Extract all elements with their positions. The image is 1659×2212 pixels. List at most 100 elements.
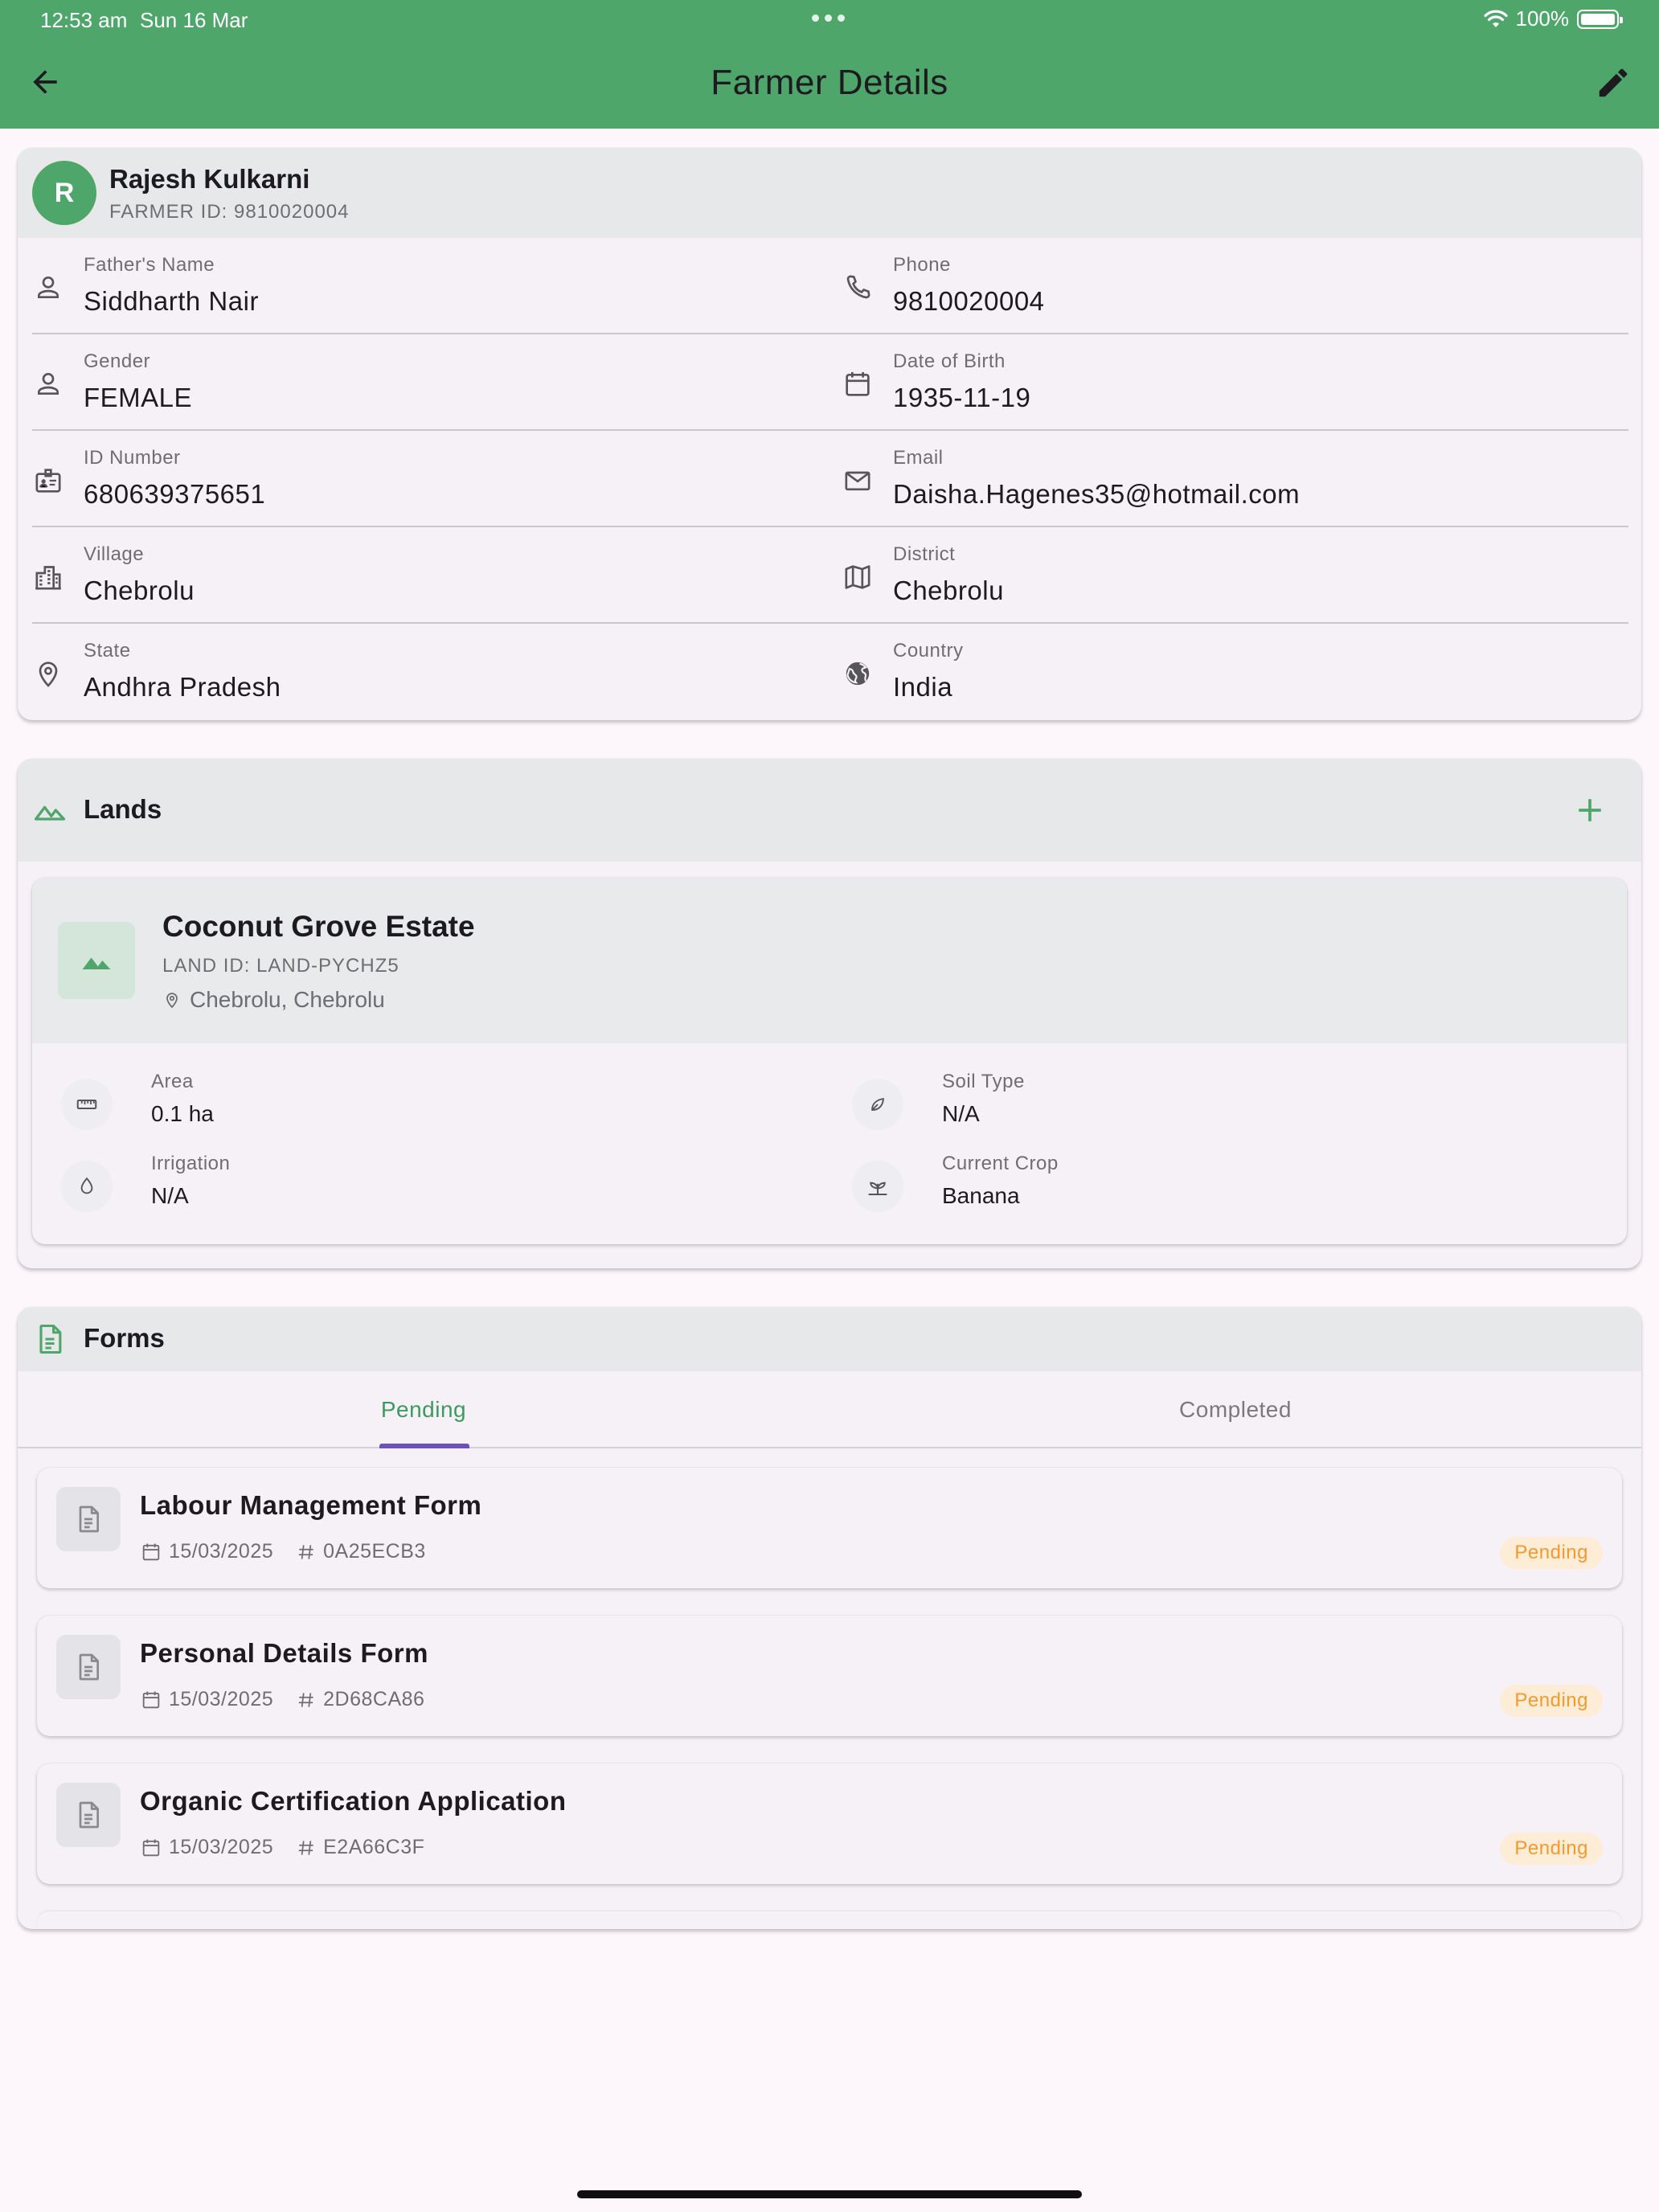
add-land-plus-icon[interactable] [1572,793,1608,828]
field-value: Andhra Pradesh [84,672,281,702]
avatar: R [32,161,96,225]
land-attr-soil-type: Soil Type N/A [852,1067,1575,1140]
lands-header: Lands [18,759,1641,862]
ruler-icon [61,1079,113,1130]
calendar-icon [142,1543,160,1560]
status-badge: Pending [1500,1537,1603,1569]
farmer-name: Rajesh Kulkarni [109,164,310,194]
phone-icon [846,275,870,299]
field-label: Phone [893,254,951,276]
water-drop-icon [61,1161,113,1212]
field-value: FEMALE [84,383,193,412]
attr-value: Banana [942,1183,1020,1208]
field-value: Siddharth Nair [84,286,259,316]
detail-date-of-birth: Date of Birth 1935-11-19 [830,334,1628,429]
form-date: 15/03/2025 [169,1836,274,1858]
form-list-item[interactable]: Organic Certification Application 15/03/… [37,1763,1622,1884]
forms-title: Forms [84,1323,165,1353]
hash-icon [298,1840,313,1855]
multitasking-dots-icon[interactable] [812,14,845,22]
page-title: Farmer Details [711,63,948,102]
detail-fathers-name: Father's Name Siddharth Nair [32,238,830,333]
detail-village: Village Chebrolu [32,527,830,622]
id-card-icon [35,469,61,493]
detail-state: State Andhra Pradesh [32,624,830,720]
form-title: Personal Details Form [140,1638,428,1668]
battery-percent: 100% [1515,6,1570,31]
form-date: 15/03/2025 [169,1688,274,1710]
form-title: Organic Certification Application [140,1786,567,1816]
hash-icon [298,1544,313,1559]
detail-row: Gender FEMALE Date of Birth 1935-11-19 [32,334,1628,431]
tab-completed[interactable]: Completed [830,1371,1641,1448]
detail-country: Country India [830,624,1628,720]
crop-sprout-icon [852,1161,903,1212]
attr-value: N/A [942,1101,980,1126]
field-value: 9810020004 [893,286,1045,316]
field-value: 680639375651 [84,479,266,509]
wifi-icon [1483,10,1508,27]
tab-indicator [379,1444,469,1448]
land-item-card[interactable]: Coconut Grove Estate LAND ID: LAND-PYCHZ… [32,878,1627,1244]
field-label: Email [893,447,944,469]
attr-value: N/A [151,1183,189,1208]
detail-row: ID Number 680639375651 Email Daisha.Hage… [32,431,1628,527]
status-date: Sun 16 Mar [140,8,248,32]
field-label: Country [893,640,964,662]
form-list-item[interactable]: Labour Management Form 15/03/2025 0A25EC… [37,1468,1622,1588]
mountain-icon [82,957,111,969]
forms-card: Forms Pending Completed Labour Managemen… [18,1307,1641,1929]
land-item-header: Coconut Grove Estate LAND ID: LAND-PYCHZ… [32,878,1627,1043]
form-code: 0A25ECB3 [323,1540,426,1563]
field-label: Gender [84,350,151,372]
field-value: Daisha.Hagenes35@hotmail.com [893,479,1301,509]
land-name: Coconut Grove Estate [162,910,475,943]
form-meta: 15/03/2025 2D68CA86 [140,1688,447,1711]
calendar-icon [142,1691,160,1708]
location-pin-icon [39,662,58,687]
form-title: Labour Management Form [140,1490,482,1520]
field-label: Date of Birth [893,350,1006,372]
detail-row: Village Chebrolu District Chebrolu [32,527,1628,624]
forms-tabs: Pending Completed [18,1371,1641,1448]
lands-title: Lands [84,794,162,824]
document-icon [79,1505,99,1533]
field-label: District [893,543,956,565]
land-location-text: Chebrolu, Chebrolu [190,987,385,1012]
form-date: 15/03/2025 [169,1540,274,1563]
form-code: 2D68CA86 [323,1688,425,1710]
document-icon [79,1653,99,1681]
hash-icon [298,1692,313,1707]
detail-gender: Gender FEMALE [32,334,830,429]
field-value: Chebrolu [893,576,1004,605]
attr-label: Soil Type [942,1071,1025,1092]
form-list-item[interactable]: Personal Details Form 15/03/2025 2D68CA8… [37,1616,1622,1736]
landscape-icon [34,805,66,821]
mail-icon [845,471,870,491]
form-list-item-partial[interactable] [37,1911,1622,1929]
lands-card: Lands Coconut Grove Estate LAND ID: LAND… [18,759,1641,1268]
location-pin-icon [166,993,178,1009]
form-thumbnail [56,1635,121,1699]
document-icon [39,1324,62,1354]
detail-row: State Andhra Pradesh Country India [32,624,1628,720]
land-attr-current-crop: Current Crop Banana [852,1149,1575,1222]
app-bar: 12:53 am Sun 16 Mar 100% Farmer Details [0,0,1659,129]
land-id: LAND ID: LAND-PYCHZ5 [162,955,399,977]
status-indicators: 100% [1483,6,1623,31]
battery-icon [1577,9,1623,29]
leaf-icon [852,1079,903,1130]
field-label: Father's Name [84,254,215,276]
form-thumbnail [56,1783,121,1847]
field-label: ID Number [84,447,181,469]
profile-header: R Rajesh Kulkarni FARMER ID: 9810020004 [18,148,1641,238]
tab-pending[interactable]: Pending [18,1371,830,1448]
attr-label: Current Crop [942,1153,1059,1174]
person-icon [38,373,59,395]
edit-pencil-icon[interactable] [1595,64,1632,101]
detail-id-number: ID Number 680639375651 [32,431,830,526]
status-time: 12:53 am [40,8,128,32]
attr-label: Irrigation [151,1153,231,1174]
home-indicator[interactable] [577,2190,1082,2198]
detail-row: Father's Name Siddharth Nair Phone 98100… [32,238,1628,334]
